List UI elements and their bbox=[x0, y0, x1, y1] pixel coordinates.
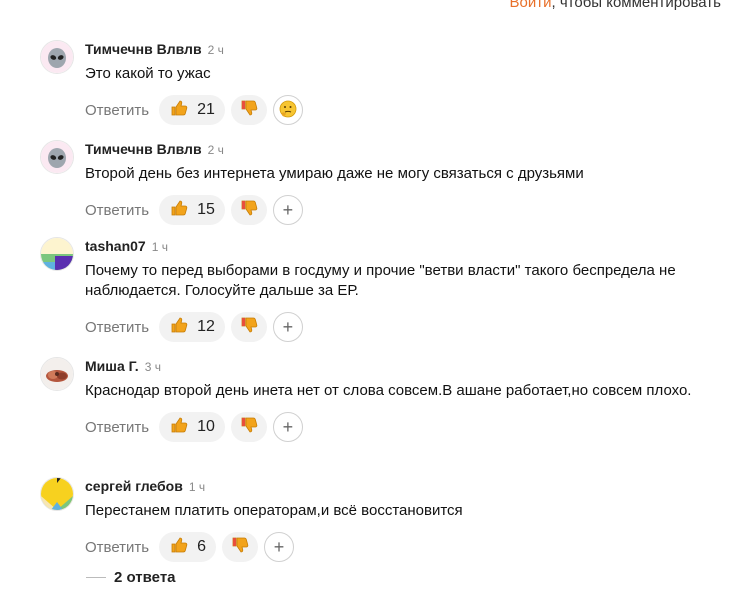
photo-avatar[interactable] bbox=[40, 357, 74, 391]
replies-count-label: 2 ответа bbox=[114, 569, 176, 586]
reply-button[interactable]: Ответить bbox=[85, 419, 149, 436]
add-reaction-button[interactable]: + bbox=[272, 412, 303, 442]
thumbs-up-icon bbox=[169, 198, 189, 223]
comment-text: Перестанем платить операторам,и всё восс… bbox=[85, 502, 463, 519]
thinking-emoji-reaction[interactable] bbox=[272, 95, 303, 125]
thinking-emoji-icon bbox=[278, 99, 298, 122]
dislike-button[interactable] bbox=[230, 312, 267, 342]
plus-icon: + bbox=[282, 417, 294, 437]
yellow-avatar[interactable] bbox=[40, 477, 74, 511]
thumbs-down-icon bbox=[239, 315, 259, 340]
comment-time: 3 ч bbox=[144, 360, 161, 374]
add-reaction-button[interactable]: + bbox=[272, 312, 303, 342]
thumbs-down-icon bbox=[239, 415, 259, 440]
thumbs-up-icon bbox=[169, 98, 189, 123]
like-count: 15 bbox=[197, 201, 215, 218]
comment-author[interactable]: Миша Г. bbox=[85, 358, 139, 374]
reply-button[interactable]: Ответить bbox=[85, 539, 149, 556]
comment-text: Это какой то ужас bbox=[85, 65, 211, 82]
like-button[interactable]: 21 bbox=[159, 95, 225, 125]
login-prompt: Войти, чтобы комментировать bbox=[510, 0, 721, 11]
replies-divider bbox=[86, 577, 106, 578]
comment-author[interactable]: сергей глебов bbox=[85, 478, 183, 494]
dislike-button[interactable] bbox=[230, 412, 267, 442]
thumbs-up-icon bbox=[169, 415, 189, 440]
like-button[interactable]: 15 bbox=[159, 195, 225, 225]
thumbs-up-icon bbox=[169, 535, 189, 560]
reply-button[interactable]: Ответить bbox=[85, 102, 149, 119]
thumbs-up-icon bbox=[169, 315, 189, 340]
like-button[interactable]: 6 bbox=[159, 532, 217, 562]
reply-button[interactable]: Ответить bbox=[85, 319, 149, 336]
comment-text: Почему то перед выборами в госдуму и про… bbox=[85, 262, 676, 299]
add-reaction-button[interactable]: + bbox=[264, 532, 295, 562]
color-avatar[interactable] bbox=[40, 237, 74, 271]
thumbs-down-icon bbox=[230, 535, 250, 560]
comment-time: 1 ч bbox=[151, 240, 168, 254]
comment-time: 2 ч bbox=[207, 43, 224, 57]
plus-icon: + bbox=[282, 317, 294, 337]
dislike-button[interactable] bbox=[230, 95, 267, 125]
comment-time: 2 ч bbox=[207, 143, 224, 157]
alien-avatar[interactable] bbox=[40, 140, 74, 174]
login-prompt-text: , чтобы комментировать bbox=[551, 0, 722, 11]
show-replies-button[interactable]: 2 ответа bbox=[86, 569, 176, 586]
dislike-button[interactable] bbox=[222, 532, 259, 562]
login-link[interactable]: Войти bbox=[510, 0, 552, 11]
thumbs-down-icon bbox=[239, 98, 259, 123]
thumbs-down-icon bbox=[239, 198, 259, 223]
like-count: 10 bbox=[197, 418, 215, 435]
plus-icon: + bbox=[273, 537, 285, 557]
add-reaction-button[interactable]: + bbox=[272, 195, 303, 225]
plus-icon: + bbox=[282, 200, 294, 220]
comment-author[interactable]: Тимчечнв Влвлв bbox=[85, 41, 202, 57]
comment-author[interactable]: Тимчечнв Влвлв bbox=[85, 141, 202, 157]
like-count: 21 bbox=[197, 101, 215, 118]
like-button[interactable]: 12 bbox=[159, 312, 225, 342]
like-count: 12 bbox=[197, 318, 215, 335]
reply-button[interactable]: Ответить bbox=[85, 202, 149, 219]
alien-avatar[interactable] bbox=[40, 40, 74, 74]
like-button[interactable]: 10 bbox=[159, 412, 225, 442]
dislike-button[interactable] bbox=[230, 195, 267, 225]
comment-author[interactable]: tashan07 bbox=[85, 238, 146, 254]
like-count: 6 bbox=[197, 538, 207, 555]
comment-text: Второй день без интернета умираю даже не… bbox=[85, 165, 584, 182]
comment-text: Краснодар второй день инета нет от слова… bbox=[85, 382, 692, 399]
comment-time: 1 ч bbox=[188, 480, 206, 494]
